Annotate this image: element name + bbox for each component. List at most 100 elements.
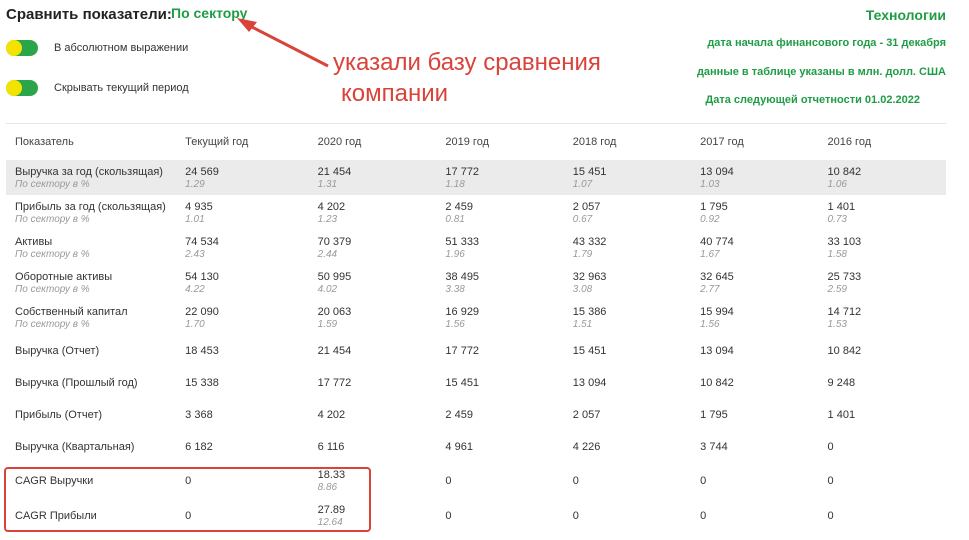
value-cell: 33 103 1.58 [827,235,862,260]
value-cell: 13 094 [700,345,734,357]
metric-name: Выручка за год (скользящая) По сектору в … [6,160,177,195]
table-row[interactable]: Прибыль (Отчет) 3 368 4 202 2 459 2 057 … [6,399,946,431]
metric-name: Активы По сектору в % [15,235,90,260]
next-report-info: Дата следующей отчетности 01.02.2022 [705,94,920,106]
value-cell: 17 772 [317,377,352,389]
value-cell: 0 [445,509,452,522]
table-row[interactable]: Выручка (Отчет) 18 453 21 454 17 772 15 … [6,335,946,367]
hide-current-period-label: Скрывать текущий период [54,82,189,94]
value-cell: 2 057 0.67 [572,200,601,225]
fiscal-year-info: дата начала финансового года - 31 декабр… [707,37,946,49]
value-cell: 32 963 3.08 [572,270,607,295]
value-cell: 4 226 [572,441,601,453]
value-cell: 15 994 1.56 [700,305,734,330]
annotation-line-1: указали базу сравнения [333,49,601,76]
absolute-values-toggle-row: В абсолютном выражении [6,40,188,56]
value-cell: 2 459 [445,409,473,421]
value-cell: 74 534 2.43 [185,235,219,260]
value-cell: 1 401 0.73 [827,200,856,225]
column-header-2017: 2017 год [700,136,744,148]
value-cell: 21 454 1.31 [308,160,437,195]
value-cell: 50 995 4.02 [317,270,352,295]
column-header-2020: 2020 год [317,136,362,148]
toggle-knob [6,80,22,96]
metrics-table: Показатель Текущий год 2020 год 2019 год… [6,124,946,533]
value-cell: 6 116 [317,441,345,453]
value-cell: 4 202 1.23 [317,200,346,225]
value-cell: 54 130 4.22 [185,270,219,295]
value-cell: 0 [827,509,834,522]
metric-name: CAGR Выручки [15,474,94,487]
value-cell: 25 733 2.59 [827,270,862,295]
annotation-text: указали базу сравнения компании [333,47,601,109]
hide-current-period-toggle-row: Скрывать текущий период [6,80,189,96]
value-cell: 0 [700,474,707,487]
value-cell: 6 182 [185,441,213,453]
table-row[interactable]: Прибыль за год (скользящая) По сектору в … [6,195,946,230]
value-cell: 43 332 1.79 [572,235,607,260]
value-cell: 18.33 8.86 [317,468,346,493]
value-cell: 16 929 1.56 [445,305,480,330]
table-row[interactable]: Выручка (Квартальная) 6 182 6 116 4 961 … [6,431,946,463]
metric-name: CAGR Прибыли [15,509,97,522]
compare-header-title: Сравнить показатели: [6,6,172,23]
table-row[interactable]: CAGR Прибыли 0 27.89 12.64 0 0 0 0 [6,498,946,533]
value-cell: 0 [572,474,579,487]
table-row[interactable]: Оборотные активы По сектору в % 54 130 4.2… [6,265,946,300]
value-cell: 0 [185,509,192,522]
annotation-line-2: компании [341,80,449,107]
table-row[interactable]: Выручка за год (скользящая) По сектору в … [6,160,946,195]
value-cell: 0 [572,509,579,522]
table-row[interactable]: Выручка (Прошлый год) 15 338 17 772 15 4… [6,367,946,399]
value-cell: 70 379 2.44 [317,235,352,260]
value-cell: 40 774 1.67 [700,235,734,260]
metric-name: Выручка (Квартальная) [15,441,135,453]
hide-current-period-toggle[interactable] [6,80,38,96]
value-cell: 1 401 [827,409,856,421]
value-cell: 24 569 1.29 [176,160,309,195]
value-cell: 3 744 [700,441,728,453]
value-cell: 20 063 1.59 [317,305,352,330]
metric-name: Оборотные активы По сектору в % [15,270,113,295]
value-cell: 9 248 [827,377,856,389]
column-header-metric: Показатель [15,136,74,148]
value-cell: 0 [700,509,707,522]
currency-info: данные в таблице указаны в млн. долл. СШ… [696,66,946,78]
value-cell: 0 [185,474,192,487]
value-cell: 0 [827,441,834,453]
compare-base-link[interactable]: По сектору [171,5,247,21]
value-cell: 14 712 1.53 [827,305,862,330]
table-row[interactable]: Собственный капитал По сектору в % 22 090… [6,300,946,335]
value-cell: 10 842 [700,377,734,389]
value-cell: 0 [827,474,834,487]
table-header-row: Показатель Текущий год 2020 год 2019 год… [6,124,946,160]
sector-name: Технологии [865,7,946,23]
value-cell: 15 451 [572,345,607,357]
value-cell: 1 795 [700,409,728,421]
metric-name: Собственный капитал По сектору в % [15,305,128,330]
value-cell: 17 772 1.18 [436,160,564,195]
absolute-values-toggle[interactable] [6,40,38,56]
column-header-current-year: Текущий год [185,136,249,148]
value-cell: 10 842 1.06 [818,160,946,195]
absolute-values-label: В абсолютном выражении [54,42,189,54]
value-cell: 21 454 [317,345,352,357]
value-cell: 15 451 [445,377,480,389]
value-cell: 15 451 1.07 [563,160,692,195]
value-cell: 10 842 [827,345,862,357]
value-cell: 1 795 0.92 [700,200,728,225]
column-header-2018: 2018 год [572,136,617,148]
value-cell: 4 202 [317,409,346,421]
value-cell: 13 094 1.03 [691,160,819,195]
value-cell: 18 453 [185,345,219,357]
value-cell: 4 935 1.01 [185,200,213,225]
value-cell: 2 459 0.81 [445,200,473,225]
value-cell: 4 961 [445,441,473,453]
value-cell: 0 [445,474,452,487]
value-cell: 38 495 3.38 [445,270,480,295]
table-row[interactable]: Активы По сектору в % 74 534 2.43 70 379 2.… [6,230,946,265]
value-cell: 2 057 [572,409,601,421]
value-cell: 15 386 1.51 [572,305,607,330]
value-cell: 22 090 1.70 [185,305,219,330]
table-row[interactable]: CAGR Выручки 0 18.33 8.86 0 0 0 0 [6,463,946,498]
